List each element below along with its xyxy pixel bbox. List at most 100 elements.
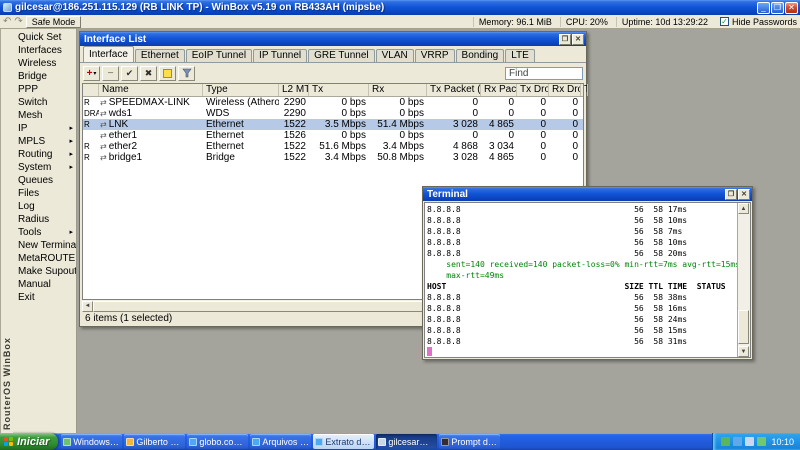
column-header-rx[interactable]: Rx bbox=[369, 84, 427, 96]
find-input[interactable]: Find bbox=[505, 66, 583, 80]
safe-mode-button[interactable]: Safe Mode bbox=[25, 15, 82, 28]
column-header-rx-drops[interactable]: Rx Drops bbox=[549, 84, 581, 96]
remove-button[interactable]: − bbox=[102, 65, 119, 81]
antivirus-shield-icon[interactable] bbox=[721, 437, 731, 446]
scroll-up-icon[interactable]: ▲ bbox=[738, 203, 749, 214]
taskbar-task-extrato-de-conta-c[interactable]: Extrato de conta c... bbox=[313, 434, 375, 449]
cell-l2mtu: 1522 bbox=[283, 141, 306, 152]
column-header-tx-e[interactable]: Tx E... bbox=[581, 84, 588, 96]
scroll-left-icon[interactable]: ◄ bbox=[82, 300, 93, 312]
sidebar-item-system[interactable]: System ▸ bbox=[13, 161, 76, 174]
sidebar-item-bridge[interactable]: Bridge bbox=[13, 70, 76, 83]
tab-interface[interactable]: Interface bbox=[83, 46, 134, 62]
check-icon: ✔ bbox=[125, 67, 134, 78]
taskbar-clock[interactable]: 10:10 bbox=[771, 437, 794, 447]
close-button[interactable]: ✕ bbox=[785, 1, 798, 14]
messenger-icon[interactable] bbox=[757, 437, 767, 446]
terminal-scrollbar-track[interactable] bbox=[738, 214, 750, 346]
column-header-tx-drops[interactable]: Tx Drops bbox=[517, 84, 549, 96]
tab-ip-tunnel[interactable]: IP Tunnel bbox=[253, 49, 308, 62]
terminal-output[interactable]: 8.8.8.8 56 58 17ms 8.8.8.8 56 58 10ms 8.8.… bbox=[425, 203, 737, 357]
maximize-button[interactable]: ❐ bbox=[771, 1, 784, 14]
filter-button[interactable] bbox=[178, 65, 195, 81]
column-header-name[interactable]: Name bbox=[99, 84, 203, 96]
table-row-bridge1[interactable]: R ⇄ bridge1 Bridge 1522 3.4 Mbps 50.8 Mbps 3 02… bbox=[83, 152, 583, 163]
comment-button[interactable] bbox=[159, 65, 176, 81]
sidebar-item-make-supout-rif[interactable]: Make Supout.rif bbox=[13, 265, 76, 278]
column-header-tx-packet-p-s[interactable]: Tx Packet (p/s) bbox=[427, 84, 481, 96]
sidebar-item-manual[interactable]: Manual bbox=[13, 278, 76, 291]
sidebar-item-ppp[interactable]: PPP bbox=[13, 83, 76, 96]
sidebar-item-new-terminal[interactable]: New Terminal bbox=[13, 239, 76, 252]
terminal-scrollbar[interactable]: ▲ ▼ bbox=[737, 203, 750, 357]
sidebar-item-wireless[interactable]: Wireless bbox=[13, 57, 76, 70]
minimize-button[interactable]: _ bbox=[757, 1, 770, 14]
tab-bonding[interactable]: Bonding bbox=[455, 49, 505, 62]
window-restore-button[interactable]: ❐ bbox=[559, 33, 571, 45]
enable-button[interactable]: ✔ bbox=[121, 65, 138, 81]
taskbar-task-arquivos-google[interactable]: Arquivos - Google ... bbox=[250, 434, 312, 449]
start-button[interactable]: Iniciar bbox=[0, 433, 59, 450]
uptime-stat[interactable]: Uptime: 10d 13:29:22 bbox=[615, 16, 713, 27]
cell-l2mtu: 1522 bbox=[283, 119, 306, 130]
window-close-button[interactable]: ✕ bbox=[572, 33, 584, 45]
column-header-flags[interactable] bbox=[83, 84, 99, 96]
table-row-lnk[interactable]: R ⇄ LNK Ethernet 1522 3.5 Mbps 51.4 Mbps 3 028 4… bbox=[83, 119, 583, 130]
memory-stat[interactable]: Memory: 96.1 MiB bbox=[472, 16, 557, 27]
cell-tx-drops: 0 bbox=[540, 108, 546, 119]
sidebar-item-switch[interactable]: Switch bbox=[13, 96, 76, 109]
table-row-ether2[interactable]: R ⇄ ether2 Ethernet 1522 51.6 Mbps 3.4 Mbps 4 8… bbox=[83, 141, 583, 152]
sidebar-item-quick-set[interactable]: Quick Set bbox=[13, 31, 76, 44]
redo-icon[interactable]: ↷ bbox=[14, 16, 22, 27]
cpu-stat[interactable]: CPU: 20% bbox=[559, 16, 613, 27]
table-row-speedmax-link[interactable]: R⇄SPEEDMAX-LINKWireless (Atheros AR5...2… bbox=[83, 97, 583, 108]
scrollbar-thumb[interactable] bbox=[93, 300, 468, 312]
taskbar-task-gilberto-gilberto[interactable]: Gilberto <gilberto... bbox=[124, 434, 186, 449]
sidebar-item-radius[interactable]: Radius bbox=[13, 213, 76, 226]
disable-button[interactable]: ✖ bbox=[140, 65, 157, 81]
sidebar-item-mpls[interactable]: MPLS ▸ bbox=[13, 135, 76, 148]
hide-passwords-checkbox[interactable]: ✓ bbox=[719, 17, 729, 26]
column-header-l2-mtu[interactable]: L2 MTU bbox=[279, 84, 309, 96]
taskbar-task-windows-live-mes[interactable]: Windows Live Mes... bbox=[61, 434, 123, 449]
taskbar-task-gilcesar-186-251[interactable]: gilcesar@186.251... bbox=[376, 434, 438, 449]
sidebar-item-log[interactable]: Log bbox=[13, 200, 76, 213]
sidebar-item-routing[interactable]: Routing ▸ bbox=[13, 148, 76, 161]
sidebar-item-mesh[interactable]: Mesh bbox=[13, 109, 76, 122]
sidebar-item-ip[interactable]: IP ▸ bbox=[13, 122, 76, 135]
column-header-rx-pac[interactable]: Rx Pac... bbox=[481, 84, 517, 96]
tab-lte[interactable]: LTE bbox=[505, 49, 535, 62]
volume-icon[interactable] bbox=[745, 437, 755, 446]
undo-icon[interactable]: ↶ bbox=[3, 16, 11, 27]
tab-eoip-tunnel[interactable]: EoIP Tunnel bbox=[185, 49, 253, 62]
interface-list-titlebar[interactable]: Interface List ❐ ✕ bbox=[80, 32, 586, 46]
tab-ethernet[interactable]: Ethernet bbox=[134, 49, 185, 62]
sidebar-item-interfaces[interactable]: Interfaces bbox=[13, 44, 76, 57]
column-header-tx[interactable]: Tx bbox=[309, 84, 369, 96]
tab-vlan[interactable]: VLAN bbox=[375, 49, 414, 62]
tab-gre-tunnel[interactable]: GRE Tunnel bbox=[308, 49, 375, 62]
scroll-down-icon[interactable]: ▼ bbox=[738, 346, 749, 357]
cell-tx-packet: 0 bbox=[472, 130, 478, 141]
add-button[interactable]: + ▾ bbox=[83, 65, 100, 81]
tab-vrrp[interactable]: VRRP bbox=[414, 49, 455, 62]
row-name-cell: ⇄ ether1 bbox=[99, 130, 203, 141]
sidebar-item-label: Wireless bbox=[18, 58, 57, 69]
terminal-restore-button[interactable]: ❐ bbox=[725, 188, 737, 200]
table-row-wds1[interactable]: DRA ⇄ wds1 WDS 2290 0 bps 0 bps 0 0 0 0 bbox=[83, 108, 583, 119]
terminal-close-button[interactable]: ✕ bbox=[738, 188, 750, 200]
network-icon[interactable] bbox=[733, 437, 743, 446]
cell-tx-drops: 0 bbox=[540, 141, 546, 152]
taskbar-task-globo-com-absol[interactable]: globo.com - Absol... bbox=[187, 434, 249, 449]
sidebar-item-files[interactable]: Files bbox=[13, 187, 76, 200]
taskbar-task-prompt-de-comand[interactable]: Prompt de comand... bbox=[439, 434, 501, 449]
cell-tx-packet: 3 028 bbox=[452, 152, 478, 163]
sidebar-item-metarouter[interactable]: MetaROUTER bbox=[13, 252, 76, 265]
sidebar-item-exit[interactable]: Exit bbox=[13, 291, 76, 304]
sidebar-item-queues[interactable]: Queues bbox=[13, 174, 76, 187]
terminal-scrollbar-thumb[interactable] bbox=[738, 310, 749, 344]
column-header-type[interactable]: Type bbox=[203, 84, 279, 96]
terminal-titlebar[interactable]: Terminal ❐ ✕ bbox=[423, 187, 752, 201]
sidebar-item-tools[interactable]: Tools ▸ bbox=[13, 226, 76, 239]
table-row-ether1[interactable]: ⇄ ether1 Ethernet 1526 0 bps 0 bps 0 0 0 0 bbox=[83, 130, 583, 141]
